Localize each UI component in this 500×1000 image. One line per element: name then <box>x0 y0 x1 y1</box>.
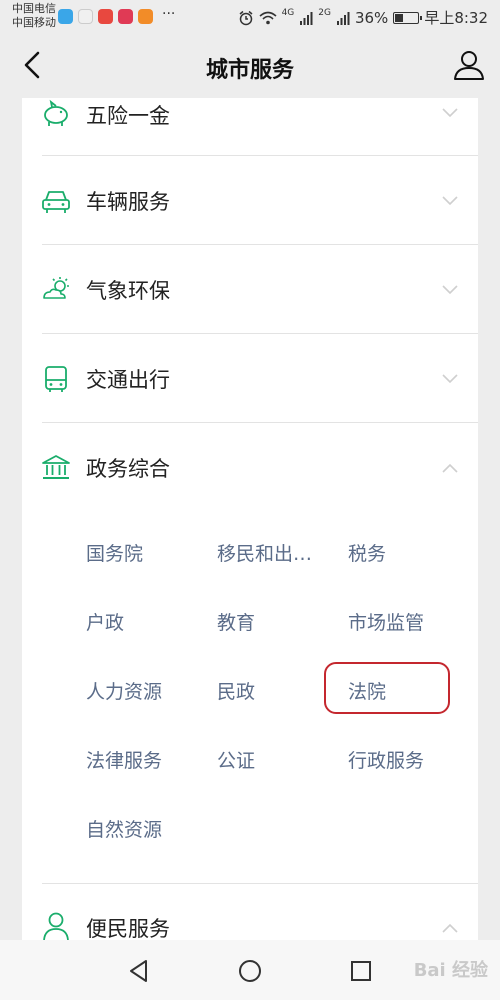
section-label: 五险一金 <box>86 104 170 128</box>
carrier-2: 中国移动 <box>12 16 56 29</box>
service-natural-resources[interactable]: 自然资源 <box>86 815 162 842</box>
court-highlight-annotation <box>324 662 450 714</box>
signal-strength-icon <box>336 11 350 25</box>
carrier-info: 中国电信 中国移动 <box>12 2 56 30</box>
service-market-supervision[interactable]: 市场监管 <box>348 608 424 635</box>
service-education[interactable]: 教育 <box>217 608 255 635</box>
system-nav-bar: Bai 经验 <box>0 940 500 1000</box>
video-app-icon <box>118 9 133 24</box>
chevron-down-icon[interactable] <box>442 374 458 384</box>
chevron-down-icon[interactable] <box>442 285 458 295</box>
chevron-down-icon[interactable] <box>442 196 458 206</box>
alarm-icon <box>239 10 253 25</box>
status-bar: 中国电信 中国移动 ··· 4G 2G 36% 早上8:32 <box>0 0 500 34</box>
bus-icon <box>45 366 67 392</box>
wifi-icon <box>259 11 277 24</box>
section-government-affairs[interactable]: 政务综合 <box>22 423 478 512</box>
service-notary[interactable]: 公证 <box>217 746 255 773</box>
service-list: 五险一金 车辆服务 气象环保 交通出行 政务综合 国务院 移民和出… 税务 户政… <box>22 98 478 940</box>
service-taxation[interactable]: 税务 <box>348 539 386 566</box>
section-convenience-services[interactable]: 便民服务 <box>22 883 478 940</box>
shopping-app-icon <box>138 9 153 24</box>
chevron-up-icon[interactable] <box>442 463 458 473</box>
battery-icon <box>393 11 423 24</box>
service-state-council[interactable]: 国务院 <box>86 539 143 566</box>
section-weather-environment[interactable]: 气象环保 <box>22 245 478 334</box>
service-civil-affairs[interactable]: 民政 <box>217 677 255 704</box>
car-icon <box>42 191 70 213</box>
nav-header: 城市服务 <box>0 34 500 98</box>
piggy-bank-icon <box>44 99 68 126</box>
service-legal-services[interactable]: 法律服务 <box>86 746 162 773</box>
chevron-up-icon[interactable] <box>442 923 458 933</box>
service-immigration[interactable]: 移民和出… <box>217 539 312 566</box>
section-social-insurance[interactable]: 五险一金 <box>22 98 478 156</box>
network-type-2: 2G <box>318 7 331 18</box>
battery-level-fill <box>395 13 404 22</box>
more-notifications-icon: ··· <box>162 6 176 22</box>
nav-recents-icon[interactable] <box>348 958 374 984</box>
huawei-app-icon <box>98 9 113 24</box>
service-human-resources[interactable]: 人力资源 <box>86 677 162 704</box>
service-administrative[interactable]: 行政服务 <box>348 746 424 773</box>
person-icon <box>43 912 69 940</box>
app-notification-icon <box>58 9 73 24</box>
battery-percent: 36% <box>354 8 389 27</box>
section-vehicle-services[interactable]: 车辆服务 <box>22 156 478 245</box>
section-label: 交通出行 <box>86 368 170 392</box>
government-building-icon <box>42 455 70 479</box>
signal-strength-icon <box>300 11 313 25</box>
nav-home-icon[interactable] <box>237 958 263 984</box>
section-transportation[interactable]: 交通出行 <box>22 334 478 423</box>
clock: 早上8:32 <box>424 9 488 27</box>
section-label: 车辆服务 <box>86 190 170 214</box>
section-label: 政务综合 <box>86 457 170 481</box>
app-notification-icon <box>78 9 93 24</box>
section-label: 便民服务 <box>86 917 170 940</box>
chevron-down-icon[interactable] <box>442 108 458 118</box>
notification-icons <box>58 9 153 24</box>
service-household-registration[interactable]: 户政 <box>86 608 124 635</box>
profile-icon[interactable] <box>452 48 486 82</box>
carrier-1: 中国电信 <box>12 2 56 15</box>
watermark-text: Bai 经验 <box>413 960 488 981</box>
nav-back-icon[interactable] <box>126 958 152 984</box>
weather-icon <box>43 277 69 299</box>
section-label: 气象环保 <box>86 279 170 303</box>
page-title: 城市服务 <box>205 58 294 83</box>
network-type-1: 4G <box>281 7 295 18</box>
